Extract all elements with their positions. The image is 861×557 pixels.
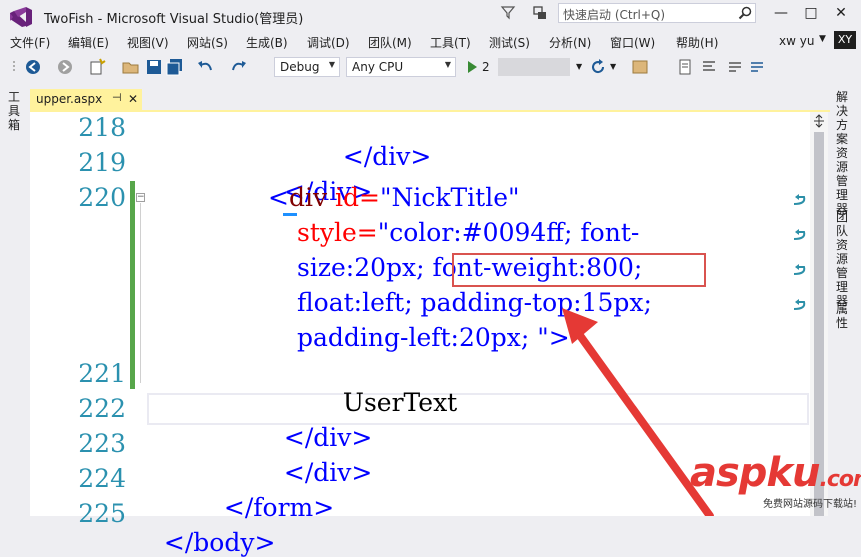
- document-outline-icon[interactable]: [676, 58, 694, 76]
- line-number: 218: [78, 113, 126, 142]
- left-tool-strip: [0, 86, 28, 516]
- save-all-icon[interactable]: [166, 58, 184, 76]
- style-value: size:20px;: [297, 253, 433, 282]
- code-line-220-wrap-4: padding-left:20px; ">: [297, 323, 570, 352]
- menu-help[interactable]: 帮助(H): [676, 34, 718, 51]
- comment-lines-icon[interactable]: [726, 58, 744, 76]
- menu-test[interactable]: 测试(S): [489, 34, 530, 51]
- word-wrap-icon: [793, 229, 806, 240]
- menu-window[interactable]: 窗口(W): [610, 34, 655, 51]
- style-value: "color:#0094ff; font-: [377, 218, 640, 247]
- redo-icon[interactable]: [230, 58, 248, 76]
- chevron-down-icon[interactable]: ▼: [610, 62, 616, 71]
- attribute-name: id=: [327, 183, 380, 212]
- search-icon[interactable]: [738, 6, 752, 20]
- site-watermark-logo: aspku.com 免费网站源码下载站!: [690, 450, 861, 516]
- format-document-icon[interactable]: [700, 58, 718, 76]
- window-title: TwoFish - Microsoft Visual Studio(管理员): [44, 12, 304, 27]
- solution-explorer-tab[interactable]: 解决方案资源管理器: [836, 90, 850, 216]
- chevron-down-icon: ▼: [444, 60, 451, 69]
- code-line-225: </body>: [148, 499, 276, 557]
- blurred-browser-name: [498, 58, 570, 76]
- line-number: 222: [78, 394, 126, 423]
- platform-value: Any CPU: [352, 60, 404, 74]
- word-wrap-icon: [793, 264, 806, 275]
- watermark-logo-text: aspku.com: [690, 450, 861, 496]
- watermark-tagline: 免费网站源码下载站!: [762, 499, 857, 510]
- toolbox-tab[interactable]: 工具箱: [8, 90, 22, 132]
- open-file-icon[interactable]: [122, 58, 140, 76]
- tag-open-bracket: <: [268, 183, 289, 212]
- outline-guide: [140, 203, 141, 383]
- configuration-value: Debug: [280, 60, 320, 74]
- split-window-icon[interactable]: [812, 114, 826, 128]
- new-project-icon[interactable]: [88, 58, 106, 76]
- tab-label: upper.aspx: [36, 92, 103, 106]
- start-debugging-icon[interactable]: [463, 58, 481, 76]
- refresh-icon[interactable]: [589, 58, 607, 76]
- attribute-name: style=: [297, 218, 378, 247]
- line-number: 220: [78, 183, 126, 212]
- user-menu-chevron-icon[interactable]: ▼: [819, 34, 826, 44]
- attribute-value: "NickTitle": [379, 183, 520, 212]
- line-number: 221: [78, 359, 126, 388]
- uncomment-lines-icon[interactable]: [748, 58, 766, 76]
- close-window-button[interactable]: ✕: [826, 0, 856, 26]
- navigate-forward-icon[interactable]: [56, 58, 74, 76]
- tab-upper-aspx[interactable]: upper.aspx ⊣ ✕: [30, 89, 142, 110]
- notifications-flag-icon[interactable]: [531, 4, 549, 22]
- team-explorer-tab[interactable]: 团队资源管理器: [836, 210, 850, 308]
- chevron-down-icon[interactable]: ▼: [576, 62, 582, 71]
- line-number: 224: [78, 464, 126, 493]
- feedback-filter-icon[interactable]: [500, 4, 516, 20]
- tag-name: div: [288, 183, 328, 212]
- restore-button[interactable]: □: [796, 0, 826, 26]
- menu-bar: 文件(F) 编辑(E) 视图(V) 网站(S) 生成(B) 调试(D) 团队(M…: [0, 32, 861, 52]
- quick-launch-input[interactable]: 快速启动 (Ctrl+Q): [558, 3, 756, 23]
- code-line-220-wrap-1: style="color:#0094ff; font-: [297, 218, 639, 247]
- menu-team[interactable]: 团队(M): [368, 34, 412, 51]
- menu-tools[interactable]: 工具(T): [430, 34, 471, 51]
- line-number: 219: [78, 148, 126, 177]
- validation-squiggle: [283, 213, 297, 216]
- quick-launch-placeholder: 快速启动 (Ctrl+Q): [563, 8, 666, 22]
- chevron-down-icon: ▼: [328, 60, 335, 69]
- change-tracking-bar: [130, 181, 135, 389]
- pin-tab-icon[interactable]: ⊣: [112, 91, 122, 104]
- menu-website[interactable]: 网站(S): [187, 34, 228, 51]
- menu-build[interactable]: 生成(B): [246, 34, 288, 51]
- collapse-region-icon[interactable]: −: [136, 193, 145, 202]
- title-bar: TwoFish - Microsoft Visual Studio(管理员) 快…: [0, 0, 861, 32]
- user-avatar[interactable]: XY: [834, 31, 856, 49]
- style-value: padding-left:20px;: [297, 323, 538, 352]
- word-wrap-icon: [793, 299, 806, 310]
- line-number: 225: [78, 499, 126, 528]
- save-icon[interactable]: [145, 58, 163, 76]
- solution-configuration-select[interactable]: Debug ▼: [274, 57, 340, 77]
- word-wrap-icon: [793, 194, 806, 205]
- user-name[interactable]: xw yu: [779, 34, 814, 48]
- close-icon[interactable]: ✕: [128, 92, 138, 106]
- closing-tag: </body>: [163, 528, 276, 557]
- minimize-button[interactable]: —: [766, 0, 796, 26]
- menu-debug[interactable]: 调试(D): [307, 34, 350, 51]
- browser-link-icon[interactable]: [631, 58, 649, 76]
- annotation-highlight-box: [452, 253, 706, 287]
- code-line-220: <div id="NickTitle": [268, 183, 520, 212]
- navigate-back-icon[interactable]: [24, 58, 42, 76]
- menu-edit[interactable]: 编辑(E): [68, 34, 109, 51]
- standard-toolbar: Debug ▼ Any CPU ▼ 2 ▼ ▼: [0, 54, 861, 82]
- start-target-label[interactable]: 2: [482, 60, 490, 74]
- line-number: 223: [78, 429, 126, 458]
- menu-analyze[interactable]: 分析(N): [549, 34, 591, 51]
- properties-tab[interactable]: 属性: [836, 302, 850, 330]
- solution-platform-select[interactable]: Any CPU ▼: [346, 57, 456, 77]
- undo-icon[interactable]: [196, 58, 214, 76]
- visual-studio-logo-icon: [10, 7, 32, 27]
- menu-view[interactable]: 视图(V): [127, 34, 169, 51]
- menu-file[interactable]: 文件(F): [10, 34, 50, 51]
